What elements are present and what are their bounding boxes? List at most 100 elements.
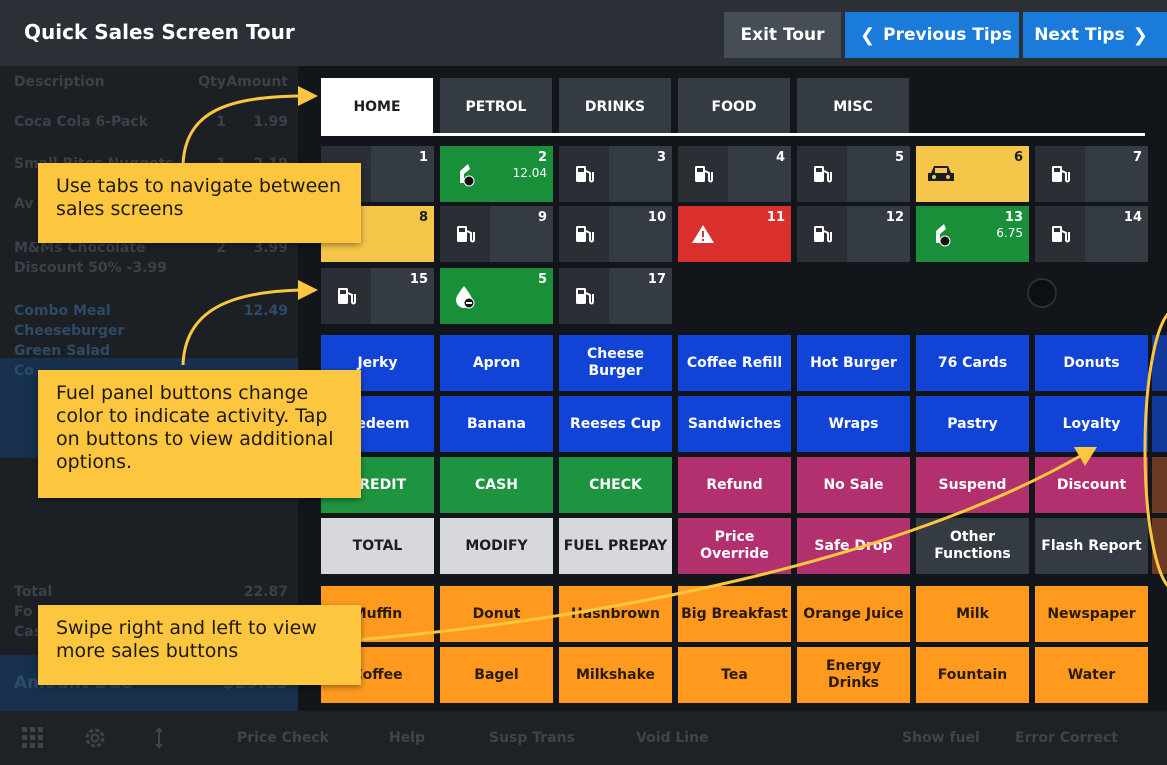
sales-button-suspend[interactable]: Suspend: [916, 457, 1029, 513]
sales-button-loyalty[interactable]: Loyalty: [1035, 396, 1148, 452]
sales-button-tea[interactable]: Tea: [678, 647, 791, 703]
sales-button-no-sale[interactable]: No Sale: [797, 457, 910, 513]
pump-button-4[interactable]: 4: [678, 146, 791, 202]
pump-button-7[interactable]: 7: [1035, 146, 1148, 202]
sales-button-bagel[interactable]: Bagel: [440, 647, 553, 703]
help-button[interactable]: Help: [389, 730, 425, 746]
sales-button-hashbrown[interactable]: Hashbrown: [559, 586, 672, 642]
sales-button-big-breakfast[interactable]: Big Breakfast: [678, 586, 791, 642]
tooltip-fuel: Fuel panel buttons change color to indic…: [38, 370, 361, 498]
arrowhead-tabs: [298, 86, 318, 106]
sales-button-sandwiches[interactable]: Sandwiches: [678, 396, 791, 452]
fuel-nozzle-icon: [916, 206, 966, 262]
sales-button-fountain[interactable]: Fountain: [916, 647, 1029, 703]
show-fuel-button[interactable]: Show fuel: [902, 730, 980, 746]
col-description: Description: [14, 74, 105, 90]
pump-number: 17: [647, 272, 666, 287]
combo-label: Combo Meal: [14, 303, 111, 319]
tab-petrol[interactable]: PETROL: [440, 78, 552, 135]
price-check-button[interactable]: Price Check: [237, 730, 329, 746]
tab-drinks[interactable]: DRINKS: [559, 78, 671, 135]
offscreen-button[interactable]: [1152, 457, 1167, 513]
pump-button-11[interactable]: 11: [678, 206, 791, 262]
transaction-row[interactable]: Coca Cola 6-Pack 1 1.99: [14, 114, 288, 130]
tooltip-swipe-text: Swipe right and left to view more sales …: [56, 617, 317, 662]
error-correct-button[interactable]: Error Correct: [1015, 730, 1118, 746]
pump-number: 5: [894, 150, 904, 165]
sales-button-donuts[interactable]: Donuts: [1035, 335, 1148, 391]
discount-line: Discount 50% -3.99: [14, 260, 167, 276]
sales-button-discount[interactable]: Discount: [1035, 457, 1148, 513]
sales-button-orange-juice[interactable]: Orange Juice: [797, 586, 910, 642]
resize-arrows-icon[interactable]: [146, 725, 172, 751]
sales-button-wraps[interactable]: Wraps: [797, 396, 910, 452]
offscreen-button[interactable]: [1152, 396, 1167, 452]
pump-button-3[interactable]: 3: [559, 146, 672, 202]
sales-button-check[interactable]: CHECK: [559, 457, 672, 513]
quick-sales-screen: Quick Sales Screen Tour Exit Tour ❮ Prev…: [0, 0, 1167, 765]
pump-button-9[interactable]: 9: [440, 206, 553, 262]
pump-number: 13: [1004, 210, 1023, 225]
sales-button-total[interactable]: TOTAL: [321, 518, 434, 574]
fuel-pump-icon: [559, 268, 609, 324]
tab-misc[interactable]: MISC: [797, 78, 909, 135]
sales-button-flash-report[interactable]: Flash Report: [1035, 518, 1148, 574]
pump-number: 4: [775, 150, 785, 165]
pump-button-17[interactable]: 17: [559, 268, 672, 324]
pump-button-5[interactable]: 5: [440, 268, 553, 324]
pump-button-2[interactable]: 2 12.04: [440, 146, 553, 202]
tab-food[interactable]: FOOD: [678, 78, 790, 135]
gear-icon[interactable]: [82, 725, 108, 751]
sales-button-other-functions[interactable]: Other Functions: [916, 518, 1029, 574]
pump-button-15[interactable]: 15: [321, 268, 434, 324]
pump-number: 15: [409, 272, 428, 287]
pump-button-5[interactable]: 5: [797, 146, 910, 202]
sales-button-milkshake[interactable]: Milkshake: [559, 647, 672, 703]
sales-button-price-override[interactable]: Price Override: [678, 518, 791, 574]
sales-button-newspaper[interactable]: Newspaper: [1035, 586, 1148, 642]
tab-home[interactable]: HOME: [321, 78, 433, 135]
next-tips-button[interactable]: Next Tips ❯: [1023, 12, 1167, 58]
sales-button-reeses-cup[interactable]: Reeses Cup: [559, 396, 672, 452]
sales-button-energy-drinks[interactable]: Energy Drinks: [797, 647, 910, 703]
tab-underline: [321, 133, 1145, 136]
sales-button-cash[interactable]: CASH: [440, 457, 553, 513]
previous-tips-label: Previous Tips: [883, 25, 1012, 45]
sales-button-water[interactable]: Water: [1035, 647, 1148, 703]
previous-tips-button[interactable]: ❮ Previous Tips: [845, 12, 1019, 58]
header-bar: Quick Sales Screen Tour Exit Tour ❮ Prev…: [0, 0, 1167, 66]
sales-button-apron[interactable]: Apron: [440, 335, 553, 391]
fuel-pump-icon: [678, 146, 728, 202]
sales-button-pastry[interactable]: Pastry: [916, 396, 1029, 452]
warning-icon: [678, 206, 728, 262]
sales-button-modify[interactable]: MODIFY: [440, 518, 553, 574]
pump-button-12[interactable]: 12: [797, 206, 910, 262]
chevron-right-icon: ❯: [1132, 24, 1148, 46]
sales-button-banana[interactable]: Banana: [440, 396, 553, 452]
sales-button-cheese-burger[interactable]: Cheese Burger: [559, 335, 672, 391]
exit-tour-button[interactable]: Exit Tour: [724, 12, 841, 58]
pump-button-10[interactable]: 10: [559, 206, 672, 262]
sales-button-milk[interactable]: Milk: [916, 586, 1029, 642]
car-icon: [916, 146, 966, 202]
sales-button-76-cards[interactable]: 76 Cards: [916, 335, 1029, 391]
offscreen-button[interactable]: [1152, 335, 1167, 391]
suspend-transaction-button[interactable]: Susp Trans: [489, 730, 575, 746]
item-desc: Av: [14, 196, 34, 212]
sales-button-hot-burger[interactable]: Hot Burger: [797, 335, 910, 391]
pump-button-6[interactable]: 6: [916, 146, 1029, 202]
void-line-button[interactable]: Void Line: [636, 730, 709, 746]
sales-button-fuel-prepay[interactable]: FUEL PREPAY: [559, 518, 672, 574]
pump-button-14[interactable]: 14: [1035, 206, 1148, 262]
fuel-pump-icon: [797, 206, 847, 262]
fuel-drop-icon: [440, 268, 490, 324]
pump-number: 9: [537, 210, 547, 225]
sales-button-refund[interactable]: Refund: [678, 457, 791, 513]
sales-button-coffee-refill[interactable]: Coffee Refill: [678, 335, 791, 391]
pump-button-13[interactable]: 13 6.75: [916, 206, 1029, 262]
sales-button-safe-drop[interactable]: Safe Drop: [797, 518, 910, 574]
combo-line: Green Salad: [14, 343, 111, 359]
sales-button-donut[interactable]: Donut: [440, 586, 553, 642]
grid-icon[interactable]: [20, 725, 46, 751]
offscreen-button[interactable]: [1152, 518, 1167, 574]
